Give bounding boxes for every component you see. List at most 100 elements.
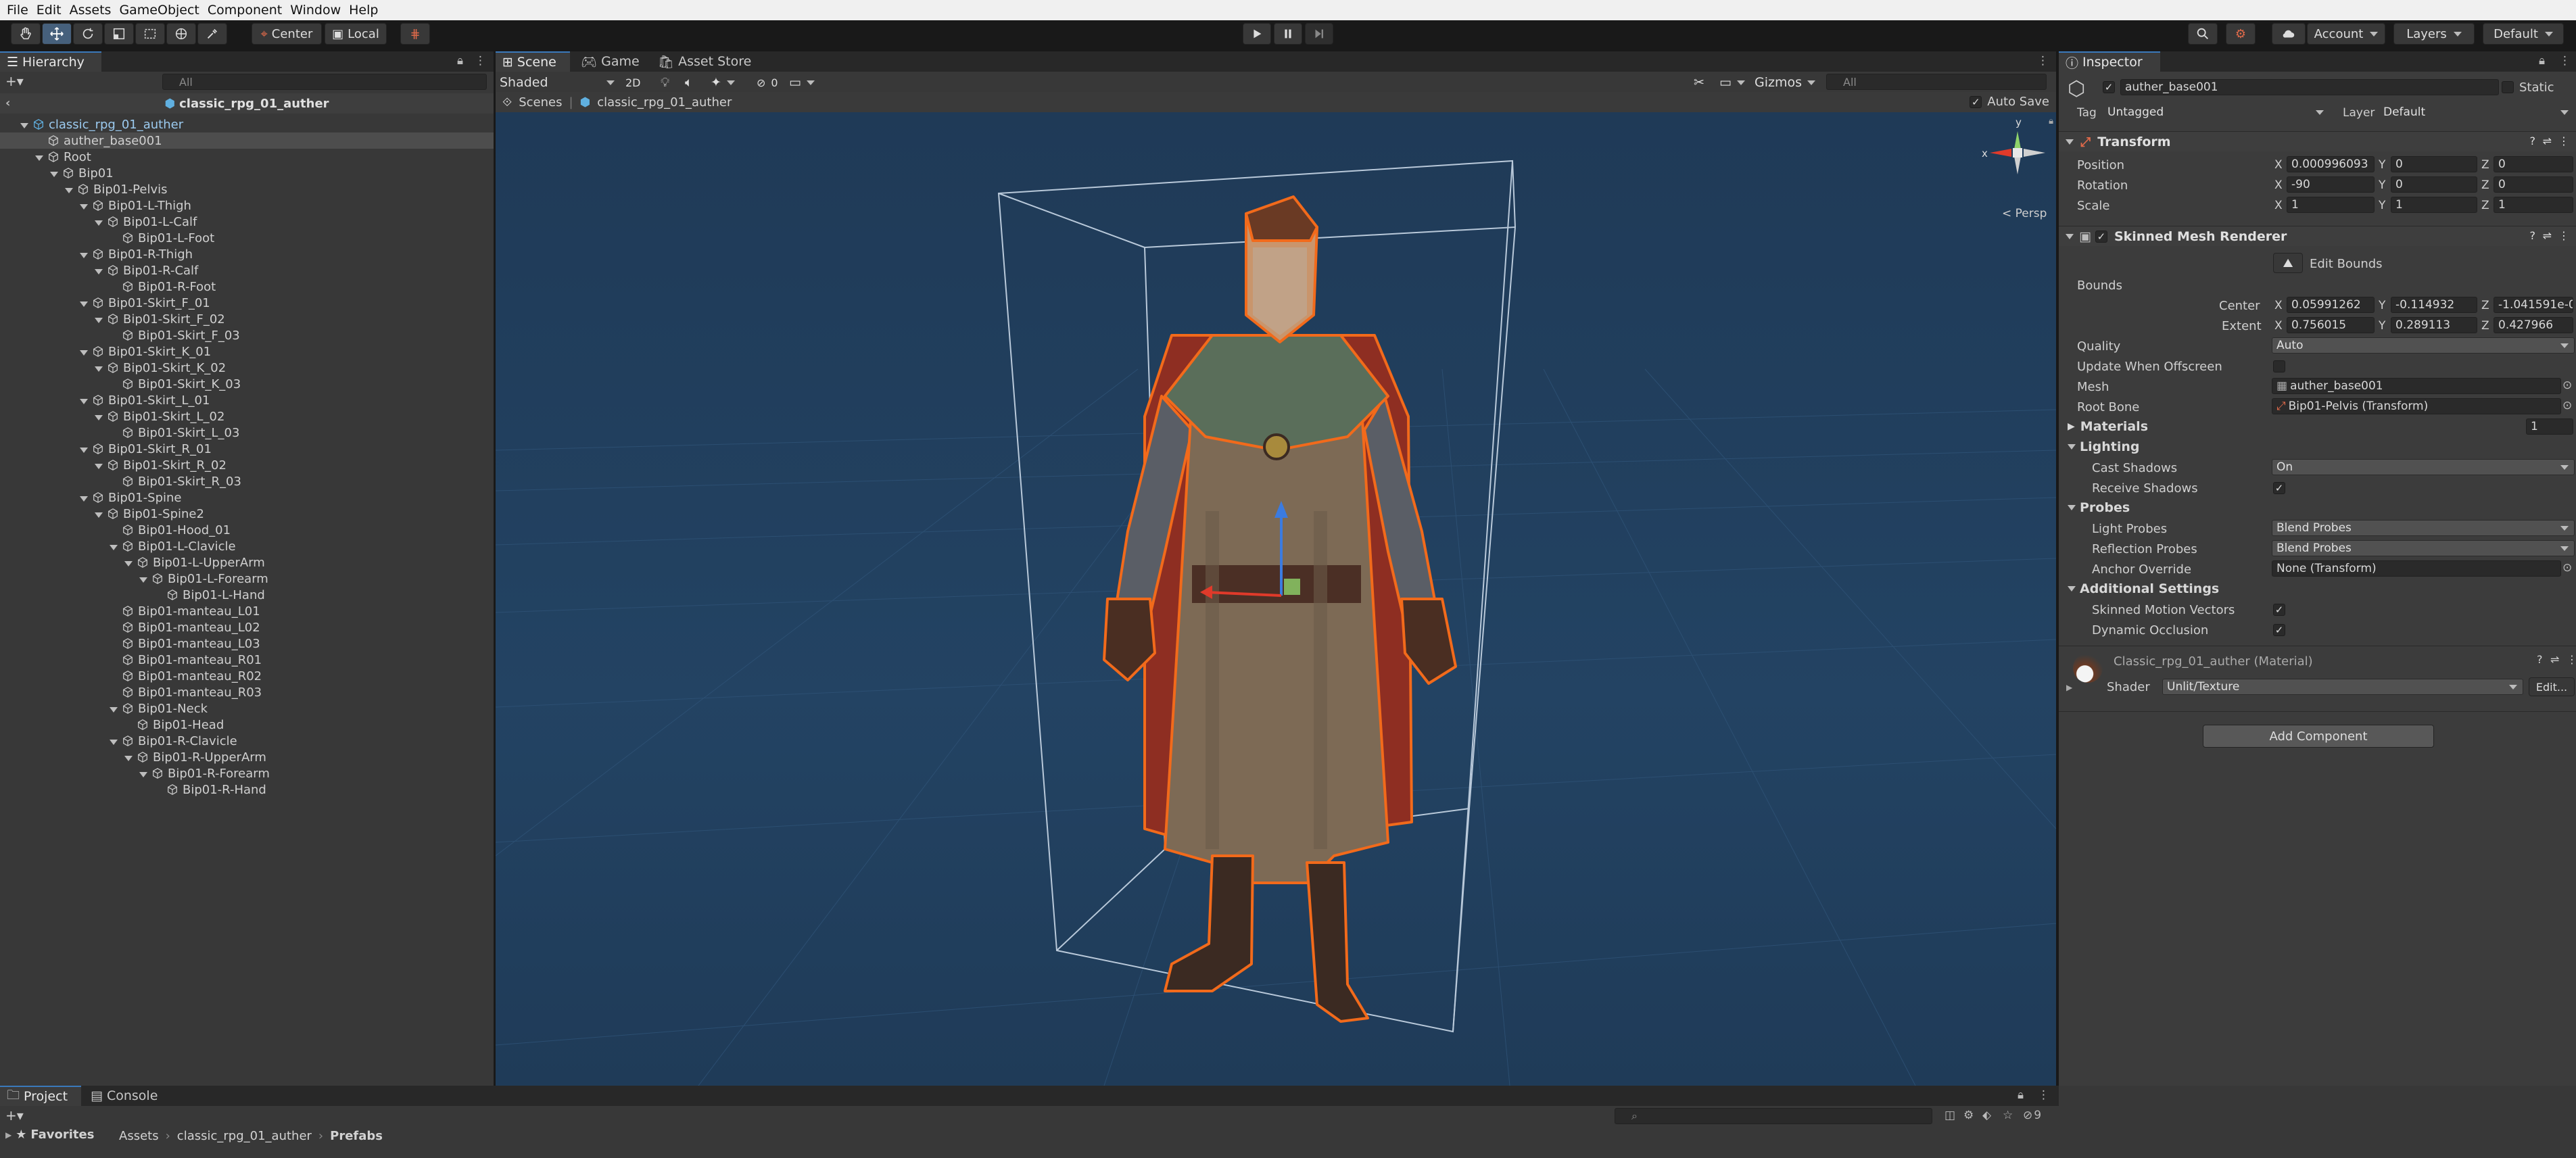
- tab-scene[interactable]: ⊞ Scene: [496, 51, 570, 72]
- foldout-arrow-icon[interactable]: [35, 155, 43, 161]
- hierarchy-item[interactable]: Bip01-manteau_L02: [0, 619, 494, 635]
- transform-rotation-y-field[interactable]: 0: [2391, 176, 2477, 193]
- breadcrumb-scenes[interactable]: Scenes: [519, 95, 562, 110]
- hierarchy-item[interactable]: auther_base001: [0, 132, 494, 149]
- foldout-arrow-icon[interactable]: [95, 268, 103, 274]
- tab-game[interactable]: 🎮︎ Game: [574, 51, 648, 72]
- object-picker-icon[interactable]: ⊙: [2562, 379, 2572, 392]
- search-by-type-icon[interactable]: ◫: [1945, 1109, 1955, 1122]
- foldout-arrow-icon[interactable]: [95, 463, 103, 469]
- foldout-arrow-icon[interactable]: [80, 398, 88, 404]
- transform-rotation-z-field[interactable]: 0: [2494, 176, 2573, 193]
- move-tool-button[interactable]: [42, 23, 72, 45]
- foldout-arrow-icon[interactable]: [95, 366, 103, 372]
- effects-dropdown[interactable]: ✦: [711, 72, 735, 93]
- preset-icon[interactable]: ⇌: [2550, 653, 2559, 666]
- hierarchy-item[interactable]: Bip01-Skirt_L_01: [0, 392, 494, 408]
- object-picker-icon[interactable]: ⊙: [2562, 399, 2572, 412]
- hierarchy-item[interactable]: Bip01-Skirt_F_01: [0, 295, 494, 311]
- hierarchy-item[interactable]: Bip01-Neck: [0, 700, 494, 717]
- foldout-arrow-icon[interactable]: [2066, 139, 2074, 145]
- center-y-field[interactable]: -0.114932: [2391, 297, 2477, 313]
- layout-dropdown[interactable]: Default: [2483, 23, 2564, 45]
- render-settings-dropdown[interactable]: ▭: [1719, 72, 1745, 93]
- lighting-toggle[interactable]: 💡︎: [661, 72, 669, 93]
- kebab-menu-icon[interactable]: ⋮: [475, 54, 486, 68]
- custom-tool-button[interactable]: [197, 23, 227, 45]
- help-icon[interactable]: ?: [2530, 229, 2536, 242]
- hierarchy-item[interactable]: Bip01-R-Thigh: [0, 246, 494, 262]
- extent-x-field[interactable]: 0.756015: [2287, 317, 2375, 333]
- object-name-field[interactable]: auther_base001: [2120, 79, 2499, 95]
- menu-component[interactable]: Component: [204, 0, 286, 20]
- anchor-override-field[interactable]: None (Transform): [2272, 560, 2561, 577]
- lock-icon[interactable]: 🔒︎: [2018, 1088, 2024, 1102]
- hierarchy-item[interactable]: Bip01-manteau_L01: [0, 603, 494, 619]
- cloud-button[interactable]: [2272, 23, 2306, 45]
- persp-label[interactable]: < Persp: [2002, 207, 2047, 220]
- orientation-gizmo[interactable]: y x < Persp 🔒︎: [1982, 112, 2056, 227]
- menu-gameobject[interactable]: GameObject: [115, 0, 203, 20]
- hierarchy-item[interactable]: Bip01-Skirt_K_03: [0, 376, 494, 392]
- kebab-menu-icon[interactable]: ⋮: [2559, 54, 2571, 68]
- hierarchy-item[interactable]: Bip01-Skirt_L_02: [0, 408, 494, 425]
- lighting-foldout[interactable]: Lighting: [2068, 439, 2139, 454]
- create-dropdown[interactable]: +▾: [5, 73, 24, 89]
- transform-scale-z-field[interactable]: 1: [2494, 197, 2573, 213]
- collab-button[interactable]: ⚙: [2226, 23, 2256, 45]
- menu-help[interactable]: Help: [345, 0, 382, 20]
- hierarchy-item[interactable]: Bip01-Spine: [0, 489, 494, 506]
- materials-foldout[interactable]: ▶ Materials: [2068, 419, 2148, 434]
- lock-icon[interactable]: 🔒︎: [457, 54, 463, 68]
- hierarchy-item[interactable]: Bip01-R-Foot: [0, 279, 494, 295]
- hierarchy-item[interactable]: Bip01-Skirt_R_01: [0, 441, 494, 457]
- shader-dropdown[interactable]: Unlit/Texture: [2162, 679, 2523, 695]
- kebab-menu-icon[interactable]: ⋮: [2037, 54, 2049, 68]
- foldout-arrow-icon[interactable]: [139, 577, 147, 583]
- center-z-field[interactable]: -1.041591e-0: [2494, 297, 2573, 313]
- foldout-arrow-icon[interactable]: [124, 755, 133, 761]
- materials-count-field[interactable]: 1: [2526, 418, 2573, 435]
- lock-icon[interactable]: 🔒︎: [2049, 116, 2053, 126]
- menu-assets[interactable]: Assets: [66, 0, 116, 20]
- favorites-tree-item[interactable]: ▶ ★ Favorites: [5, 1128, 94, 1142]
- kebab-menu-icon[interactable]: ⋮: [2558, 229, 2569, 242]
- foldout-arrow-icon[interactable]: [110, 739, 118, 745]
- label-icon[interactable]: ⬖: [1982, 1109, 1991, 1122]
- material-preview-thumbnail[interactable]: [2073, 653, 2103, 683]
- hierarchy-item[interactable]: Root: [0, 149, 494, 165]
- extent-y-field[interactable]: 0.289113: [2391, 317, 2477, 333]
- step-button[interactable]: [1305, 23, 1333, 45]
- foldout-arrow-icon[interactable]: [110, 706, 118, 713]
- foldout-arrow-icon[interactable]: [65, 187, 73, 193]
- menu-window[interactable]: Window: [286, 0, 345, 20]
- root-bone-field[interactable]: ⤢ Bip01-Pelvis (Transform): [2272, 398, 2561, 414]
- foldout-arrow-icon[interactable]: [95, 512, 103, 518]
- scene-search-input[interactable]: All: [1826, 74, 2047, 90]
- hierarchy-item[interactable]: Bip01-L-Calf: [0, 214, 494, 230]
- foldout-arrow-icon[interactable]: [124, 560, 133, 566]
- lock-icon[interactable]: 🔒︎: [2539, 54, 2545, 68]
- toggle-2d-button[interactable]: 2D: [625, 72, 641, 93]
- dynamic-occlusion-checkbox[interactable]: ✓: [2273, 624, 2285, 636]
- skinned-mesh-renderer-header[interactable]: ▣ ✓ Skinned Mesh Renderer ? ⇌ ⋮: [2059, 226, 2576, 246]
- transform-scale-x-field[interactable]: 1: [2287, 197, 2375, 213]
- tag-dropdown[interactable]: Untagged: [2103, 104, 2330, 120]
- hierarchy-item[interactable]: Bip01-Skirt_K_01: [0, 343, 494, 360]
- foldout-arrow-icon[interactable]: [50, 171, 58, 177]
- camera-settings-dropdown[interactable]: ▭: [789, 72, 815, 93]
- tools-toggle[interactable]: ✂: [1694, 72, 1704, 93]
- hierarchy-item[interactable]: Bip01-Skirt_R_02: [0, 457, 494, 473]
- hierarchy-item[interactable]: Bip01-Head: [0, 717, 494, 733]
- motion-vectors-checkbox[interactable]: ✓: [2273, 604, 2285, 616]
- menu-file[interactable]: File: [3, 0, 32, 20]
- pivot-center-button[interactable]: ⌖ Center: [252, 23, 322, 45]
- foldout-arrow-icon[interactable]: [110, 544, 118, 550]
- hierarchy-item[interactable]: Bip01-Hood_01: [0, 522, 494, 538]
- help-icon[interactable]: ?: [2537, 653, 2543, 666]
- tab-project[interactable]: 🗀 Project: [0, 1086, 81, 1106]
- hierarchy-item[interactable]: Bip01-Skirt_R_03: [0, 473, 494, 489]
- preset-icon[interactable]: ⇌: [2543, 229, 2552, 242]
- hierarchy-item[interactable]: Bip01-R-Forearm: [0, 765, 494, 781]
- hierarchy-item[interactable]: Bip01-Skirt_F_02: [0, 311, 494, 327]
